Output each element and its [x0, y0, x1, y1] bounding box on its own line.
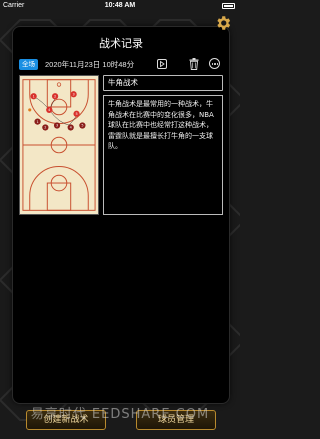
svg-text:5: 5 [81, 124, 83, 128]
svg-text:5: 5 [75, 112, 77, 116]
tactic-description[interactable]: 牛角战术是最常用的一种战术，牛角战术在比赛中的变化很多，NBA球队在比赛中也经常… [103, 95, 223, 215]
svg-text:4: 4 [70, 126, 72, 130]
court-diagram[interactable]: 1 2 3 4 5 1 2 3 4 5 [19, 75, 99, 215]
svg-text:2: 2 [44, 126, 46, 130]
play-button[interactable] [157, 59, 167, 69]
svg-text:1: 1 [33, 94, 35, 98]
court-type-badge: 全场 [19, 59, 38, 70]
tactic-name-field[interactable]: 牛角战术 [103, 75, 223, 91]
clock: 10:48 AM [104, 2, 136, 9]
player-management-button[interactable]: 球员管理 [136, 410, 216, 430]
more-options-icon[interactable] [209, 58, 220, 69]
battery-icon [222, 3, 235, 9]
svg-text:2: 2 [54, 94, 56, 98]
trash-icon[interactable] [189, 58, 199, 70]
svg-text:3: 3 [56, 124, 58, 128]
svg-text:3: 3 [73, 92, 75, 96]
svg-text:1: 1 [36, 120, 38, 124]
tactics-panel: 战术记录 全场 2020年11月23日 10时48分 1 2 3 4 5 1 2… [12, 26, 230, 404]
record-meta-row: 全场 2020年11月23日 10时48分 [19, 58, 225, 71]
status-bar: Carrier ⁠ 10:48 AM [0, 0, 240, 12]
play-icon [160, 60, 165, 68]
svg-text:4: 4 [48, 108, 50, 112]
gear-icon[interactable] [214, 14, 232, 32]
page-title: 战术记录 [99, 38, 143, 50]
record-date: 2020年11月23日 10时48分 [45, 60, 135, 69]
create-tactic-button[interactable]: 创建新战术 [26, 410, 106, 430]
